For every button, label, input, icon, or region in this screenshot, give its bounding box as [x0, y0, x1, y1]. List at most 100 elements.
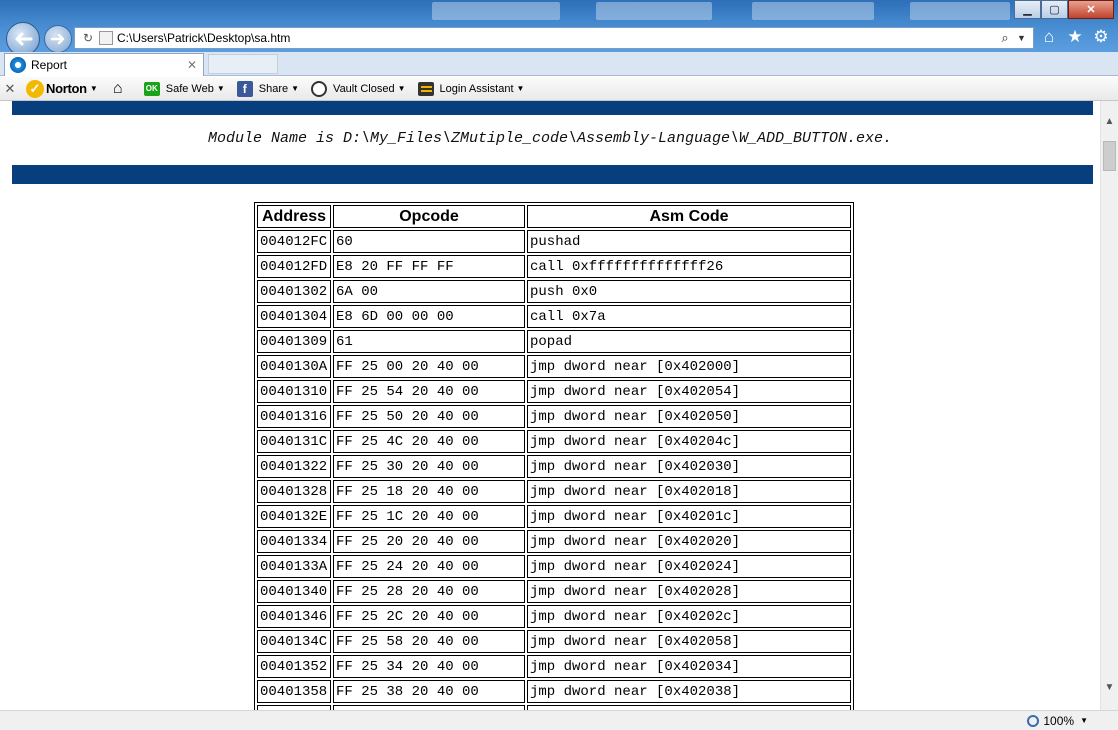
asm-code-cell: jmp dword near [0x402050] — [527, 405, 851, 428]
login-assistant-icon — [417, 81, 434, 96]
safe-web-ok-icon: OK — [143, 81, 160, 96]
safe-web-button[interactable]: OK Safe Web ▼ — [138, 77, 231, 101]
chevron-down-icon: ▼ — [89, 84, 98, 93]
maximize-button[interactable]: ▢ — [1041, 0, 1068, 19]
scrollbar-thumb[interactable] — [1103, 141, 1116, 171]
asm-code-cell: call 0xffffffffffffff26 — [527, 255, 851, 278]
table-row: 0040130A FF 25 00 20 40 00 jmp dword near … — [257, 355, 851, 378]
scroll-down-icon[interactable]: ▼ — [1101, 679, 1118, 696]
address-cell: 00401304 — [257, 305, 331, 328]
ie-page-icon — [10, 57, 26, 73]
norton-label: Norton — [46, 81, 87, 96]
login-assistant-button[interactable]: Login Assistant ▼ — [412, 77, 531, 101]
forward-arrow-icon — [50, 33, 65, 45]
address-dropdown-icon[interactable]: ▼ — [1017, 33, 1029, 43]
browser-titlebar: ↻ C:\Users\Patrick\Desktop\sa.htm ⌕ ▼ ▁ … — [0, 0, 1118, 56]
refresh-icon[interactable]: ↻ — [81, 31, 95, 45]
home-button[interactable]: ⌂ — [104, 77, 138, 101]
opcode-cell: 60 — [333, 230, 525, 253]
address-cell: 00401310 — [257, 380, 331, 403]
asm-code-cell: jmp dword near [0x402030] — [527, 455, 851, 478]
tab-report[interactable]: Report ✕ — [4, 53, 204, 76]
report-page: Module Name is D:\My_Files\ZMutiple_code… — [0, 101, 1100, 710]
background-window-tab — [752, 2, 874, 20]
address-cell: 00401302 — [257, 280, 331, 303]
search-icon[interactable]: ⌕ — [997, 30, 1013, 46]
table-row: 0040131C FF 25 4C 20 40 00 jmp dword near … — [257, 430, 851, 453]
home-icon: ⌂ — [112, 79, 123, 97]
address-cell: 0040134C — [257, 630, 331, 653]
table-row: 00401316 FF 25 50 20 40 00 jmp dword near … — [257, 405, 851, 428]
table-row: 00401340 FF 25 28 20 40 00 jmp dword near … — [257, 580, 851, 603]
address-cell: 00401346 — [257, 605, 331, 628]
address-cell: 00401358 — [257, 680, 331, 703]
table-row: 0040134C FF 25 58 20 40 00 jmp dword near … — [257, 630, 851, 653]
address-cell: 00401322 — [257, 455, 331, 478]
background-window-tab — [432, 2, 560, 20]
back-button[interactable] — [6, 22, 40, 56]
gear-icon[interactable]: ⚙ — [1092, 27, 1110, 46]
page-viewport: Module Name is D:\My_Files\ZMutiple_code… — [0, 101, 1118, 710]
login-assistant-label: Login Assistant — [439, 82, 514, 95]
background-window-tab — [910, 2, 1010, 20]
close-window-button[interactable]: ✕ — [1068, 0, 1114, 19]
minimize-button[interactable]: ▁ — [1014, 0, 1041, 19]
table-row: 0040132E FF 25 1C 20 40 00 jmp dword near … — [257, 505, 851, 528]
asm-code-cell: popad — [527, 330, 851, 353]
star-icon[interactable]: ★ — [1066, 27, 1084, 46]
chevron-down-icon[interactable]: ▼ — [1080, 716, 1088, 725]
address-cell: 0040133A — [257, 555, 331, 578]
table-row: 00401302 6A 00 push 0x0 — [257, 280, 851, 303]
asm-code-cell: jmp dword near [0x402038] — [527, 680, 851, 703]
back-arrow-icon — [15, 32, 33, 46]
address-bar[interactable]: ↻ C:\Users\Patrick\Desktop\sa.htm ⌕ ▼ — [74, 27, 1034, 49]
module-name-text: Module Name is D:\My_Files\ZMutiple_code… — [207, 130, 893, 147]
forward-button[interactable] — [44, 25, 72, 53]
opcode-cell: FF 25 30 20 40 00 — [333, 455, 525, 478]
table-row: 0040133A FF 25 24 20 40 00 jmp dword near … — [257, 555, 851, 578]
asm-code-cell: call 0x7a — [527, 305, 851, 328]
asm-code-cell: jmp dword near [0x402058] — [527, 630, 851, 653]
column-header-asm-code: Asm Code — [527, 205, 851, 228]
vault-button[interactable]: Vault Closed ▼ — [305, 77, 411, 101]
scroll-up-icon[interactable]: ▲ — [1101, 113, 1118, 130]
address-cell: 00401316 — [257, 405, 331, 428]
chevron-down-icon: ▼ — [291, 84, 300, 93]
asm-code-cell: jmp dword near [0x402028] — [527, 580, 851, 603]
zoom-icon[interactable] — [1027, 714, 1040, 727]
background-window-tab — [596, 2, 712, 20]
address-cell: 00401328 — [257, 480, 331, 503]
share-label: Share — [258, 82, 289, 95]
table-row: 00401310 FF 25 54 20 40 00 jmp dword near … — [257, 380, 851, 403]
status-bar: 100% ▼ — [0, 710, 1118, 730]
vault-label: Vault Closed — [333, 82, 395, 95]
chevron-down-icon: ▼ — [516, 84, 525, 93]
share-button[interactable]: f Share ▼ — [231, 77, 305, 101]
page-icon — [99, 31, 113, 45]
table-header-row: Address Opcode Asm Code — [257, 205, 851, 228]
asm-code-cell: jmp dword near [0x40201c] — [527, 505, 851, 528]
asm-code-cell: jmp dword near [0x402024] — [527, 555, 851, 578]
vertical-scrollbar[interactable]: ▲ ▼ — [1100, 101, 1118, 710]
norton-menu[interactable]: ✓ Norton ▼ — [20, 77, 104, 101]
chevron-down-icon: ▼ — [397, 84, 406, 93]
tab-close-icon[interactable]: ✕ — [185, 58, 199, 72]
opcode-cell: FF 25 18 20 40 00 — [333, 480, 525, 503]
vault-icon — [311, 80, 328, 97]
opcode-cell: E8 20 FF FF FF — [333, 255, 525, 278]
toolbar-close-icon[interactable]: ✕ — [0, 77, 20, 101]
home-icon[interactable]: ⌂ — [1040, 27, 1058, 46]
safe-web-label: Safe Web — [165, 82, 214, 95]
asm-code-cell: jmp dword near [0x402018] — [527, 480, 851, 503]
new-tab-button[interactable] — [208, 54, 278, 74]
opcode-cell: FF 25 38 20 40 00 — [333, 680, 525, 703]
chevron-down-icon: ▼ — [216, 84, 225, 93]
address-url[interactable]: C:\Users\Patrick\Desktop\sa.htm — [117, 31, 997, 45]
opcode-cell: FF 25 24 20 40 00 — [333, 555, 525, 578]
asm-code-cell: jmp dword near [0x402054] — [527, 380, 851, 403]
opcode-cell: FF 25 4C 20 40 00 — [333, 430, 525, 453]
norton-check-icon: ✓ — [26, 79, 44, 98]
browser-command-icons: ⌂ ★ ⚙ — [1040, 27, 1110, 46]
table-row: 00401328 FF 25 18 20 40 00 jmp dword near … — [257, 480, 851, 503]
zoom-level[interactable]: 100% — [1043, 714, 1074, 728]
